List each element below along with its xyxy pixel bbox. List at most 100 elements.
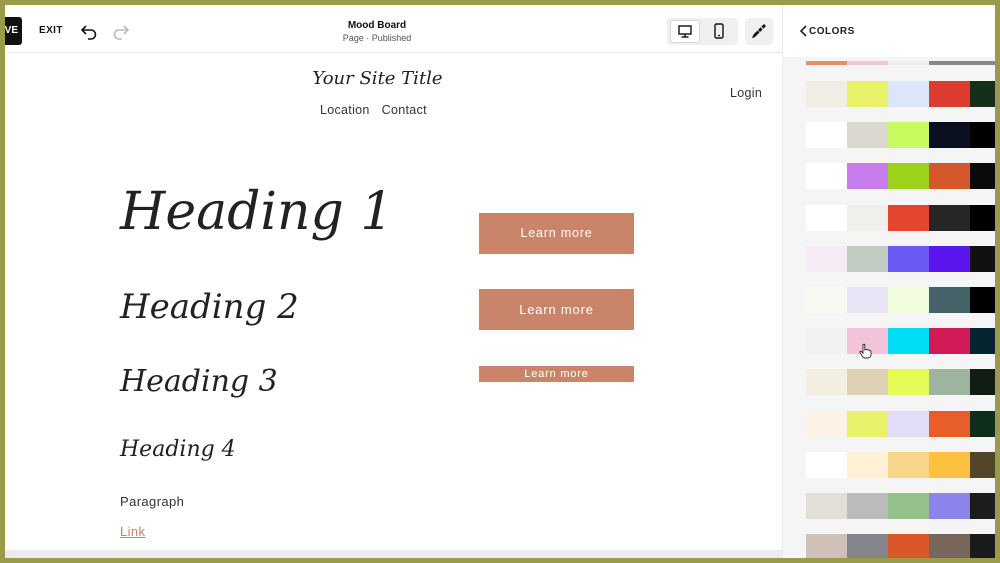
- palette-swatch: [806, 410, 847, 437]
- mobile-view-button[interactable]: [704, 20, 734, 43]
- palette-swatch: [888, 163, 929, 190]
- palette-swatch: [806, 493, 847, 519]
- desktop-view-button[interactable]: [670, 20, 700, 43]
- palette-swatch: [847, 81, 888, 107]
- palette-swatch: [806, 369, 847, 396]
- device-toggle: [667, 18, 738, 45]
- palette-swatch: [970, 493, 995, 519]
- palette-swatch: [970, 451, 995, 478]
- palette-swatch: [970, 81, 995, 107]
- palette-swatch: [806, 204, 847, 231]
- palette-swatch: [929, 410, 970, 437]
- undo-icon[interactable]: [80, 22, 98, 40]
- colors-panel: COLORS: [783, 5, 995, 558]
- panel-title: COLORS: [809, 26, 855, 37]
- palette-swatch: [888, 61, 929, 65]
- palette-swatch: [929, 122, 970, 149]
- site-styles-button[interactable]: [745, 18, 773, 45]
- palette-option[interactable]: [806, 328, 995, 355]
- palette-swatch: [806, 451, 847, 478]
- palette-swatch: [970, 163, 995, 190]
- palette-swatch: [806, 61, 847, 65]
- hand-pointer-icon: [859, 343, 872, 359]
- palette-swatch: [970, 410, 995, 437]
- palette-swatch: [929, 245, 970, 272]
- page-title: Mood Board: [347, 20, 407, 31]
- heading-1: Heading 1: [120, 182, 394, 242]
- heading-4: Heading 4: [120, 437, 236, 462]
- palette-swatch: [970, 204, 995, 231]
- learn-more-button-small[interactable]: Learn more: [479, 366, 634, 382]
- site-nav: Location Contact: [320, 103, 439, 117]
- palette-option[interactable]: [806, 204, 995, 231]
- palette-option[interactable]: [806, 81, 995, 107]
- palette-swatch: [888, 245, 929, 272]
- site-title[interactable]: Your Site Title: [220, 68, 535, 89]
- palette-swatch: [847, 204, 888, 231]
- palette-swatch: [847, 287, 888, 313]
- palette-swatch: [929, 204, 970, 231]
- learn-more-button-medium[interactable]: Learn more: [479, 289, 634, 330]
- nav-link-contact[interactable]: Contact: [382, 103, 427, 117]
- palette-swatch: [806, 163, 847, 190]
- palette-swatch: [888, 534, 929, 558]
- editor-toolbar: VE EXIT Mood Board Page · Published: [5, 5, 782, 53]
- palette-swatch: [806, 122, 847, 149]
- paintbrush-icon: [752, 24, 766, 38]
- exit-button[interactable]: EXIT: [39, 25, 63, 36]
- palette-swatch: [888, 81, 929, 107]
- palette-option[interactable]: [806, 410, 995, 437]
- app-frame: VE EXIT Mood Board Page · Published Your…: [5, 5, 995, 558]
- palette-swatch: [847, 493, 888, 519]
- palette-swatch: [806, 328, 847, 355]
- palette-swatch: [929, 61, 995, 65]
- nav-link-location[interactable]: Location: [320, 103, 370, 117]
- mobile-icon: [714, 23, 724, 39]
- palette-swatch: [888, 369, 929, 396]
- palette-swatch: [806, 287, 847, 313]
- palette-swatch: [929, 81, 970, 107]
- palette-swatch: [888, 287, 929, 313]
- palette-swatch: [929, 451, 970, 478]
- palette-swatch: [806, 245, 847, 272]
- palette-swatch: [888, 122, 929, 149]
- palette-option[interactable]: [806, 163, 995, 190]
- palette-swatch: [847, 163, 888, 190]
- palette-swatch: [970, 328, 995, 355]
- palette-swatch: [970, 287, 995, 313]
- palette-swatch: [970, 534, 995, 558]
- palette-option[interactable]: [806, 369, 995, 396]
- palette-swatch: [929, 163, 970, 190]
- palette-swatch: [929, 493, 970, 519]
- palette-option[interactable]: [806, 534, 995, 558]
- login-link[interactable]: Login: [730, 86, 762, 100]
- heading-2: Heading 2: [120, 287, 299, 327]
- palette-swatch: [970, 122, 995, 149]
- heading-3: Heading 3: [120, 364, 278, 399]
- palette-swatch: [847, 61, 888, 65]
- palette-swatch: [929, 369, 970, 396]
- palette-swatch: [847, 369, 888, 396]
- sample-link[interactable]: Link: [120, 524, 145, 539]
- learn-more-button-large[interactable]: Learn more: [479, 213, 634, 254]
- palette-option[interactable]: [806, 493, 995, 519]
- colors-panel-header: COLORS: [783, 5, 995, 57]
- palette-swatch: [806, 81, 847, 107]
- palette-swatch: [847, 245, 888, 272]
- redo-icon[interactable]: [112, 22, 130, 40]
- palette-partial[interactable]: [806, 61, 995, 65]
- palette-option[interactable]: [806, 287, 995, 313]
- palette-swatch: [847, 534, 888, 558]
- palette-swatch: [888, 493, 929, 519]
- palette-swatch: [847, 451, 888, 478]
- palette-swatch: [847, 410, 888, 437]
- save-button[interactable]: VE: [5, 17, 22, 45]
- palette-swatch: [888, 410, 929, 437]
- palette-swatch: [888, 204, 929, 231]
- paragraph-text: Paragraph: [120, 494, 185, 509]
- palette-option[interactable]: [806, 245, 995, 272]
- palette-swatch: [929, 328, 970, 355]
- palette-option[interactable]: [806, 122, 995, 149]
- palette-option[interactable]: [806, 451, 995, 478]
- palette-swatch: [888, 451, 929, 478]
